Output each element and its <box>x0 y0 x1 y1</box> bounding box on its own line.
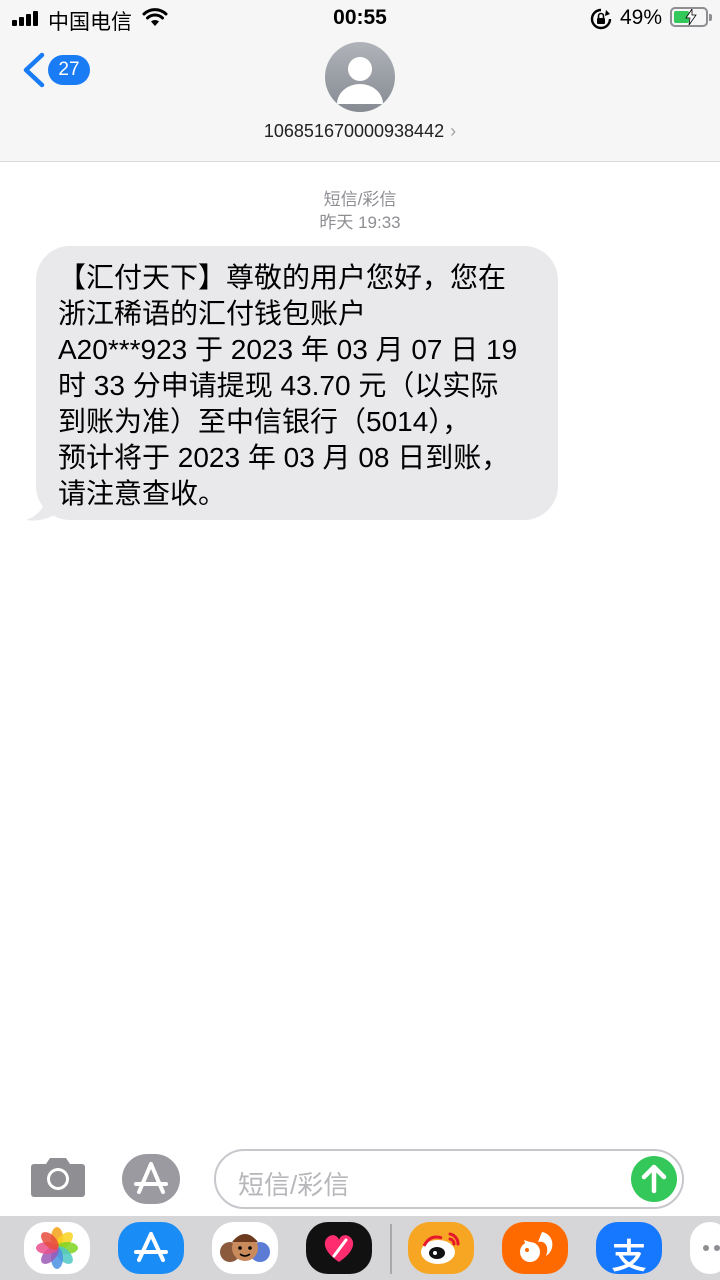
alipay-icon[interactable]: 支 <box>596 1222 662 1274</box>
drawer-divider <box>390 1224 392 1274</box>
contact-name[interactable]: 106851670000938442 › <box>0 121 720 142</box>
contact-avatar[interactable] <box>325 42 395 112</box>
photos-icon[interactable] <box>24 1222 90 1274</box>
battery-percent: 49% <box>620 6 663 29</box>
orientation-lock-icon <box>590 8 612 30</box>
message-input[interactable]: 短信/彩信 <box>214 1149 684 1209</box>
person-silhouette-icon <box>337 57 383 104</box>
message-line: 预计将于 2023 年 03 月 08 日到账， <box>58 442 510 473</box>
alipay-glyph: 支 <box>612 1238 646 1274</box>
message-input-placeholder: 短信/彩信 <box>238 1170 350 1200</box>
battery-charging-icon <box>670 7 712 27</box>
message-timestamp: 昨天 19:33 <box>319 213 401 232</box>
digital-touch-icon[interactable] <box>306 1222 372 1274</box>
message-bubble[interactable]: 【汇付天下】尊敬的用户您好，您在 浙江稀语的汇付钱包账户 A20***923 于… <box>36 246 558 520</box>
memoji-icon[interactable] <box>212 1222 278 1274</box>
contact-number[interactable]: 106851670000938442 <box>264 121 444 141</box>
message-line: 请注意查收。 <box>58 478 227 509</box>
weibo-icon[interactable] <box>408 1222 474 1274</box>
message-line: 【汇付天下】尊敬的用户您好，您在 <box>58 262 507 293</box>
message-line: 到账为准）至中信银行（5014）， <box>58 406 471 437</box>
status-time: 00:55 <box>333 6 387 29</box>
conversation-header: 中国电信 00:55 49% 27 106851670000938442 › <box>0 0 720 162</box>
app-store-icon[interactable] <box>118 1222 184 1274</box>
camera-icon[interactable] <box>30 1156 86 1198</box>
back-chevron-icon[interactable] <box>20 52 46 88</box>
send-arrow-icon[interactable] <box>631 1156 677 1202</box>
contact-chevron-icon: › <box>450 121 457 141</box>
unread-count-badge[interactable]: 27 <box>48 55 90 85</box>
status-bar: 中国电信 00:55 49% <box>0 0 720 38</box>
squirrel-app-icon[interactable] <box>502 1222 568 1274</box>
message-type-label: 短信/彩信 <box>323 190 397 209</box>
imessage-app-drawer: 支 <box>0 1216 720 1280</box>
message-line: 时 33 分申请提现 43.70 元（以实际 <box>58 370 499 401</box>
message-line: 浙江稀语的汇付钱包账户 <box>58 298 367 329</box>
app-store-icon[interactable] <box>122 1154 180 1204</box>
message-line: A20***923 于 2023 年 03 月 07 日 19 <box>58 334 518 365</box>
more-icon[interactable] <box>690 1222 720 1274</box>
